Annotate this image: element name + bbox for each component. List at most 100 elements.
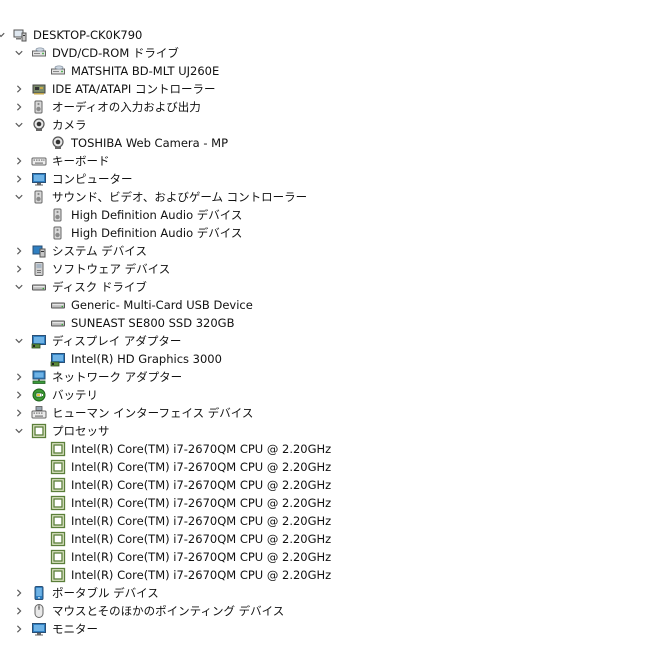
- processor-icon: [50, 459, 66, 475]
- category-node[interactable]: マウスとそのほかのポインティング デバイス: [0, 602, 667, 620]
- disk-drive-icon: [50, 297, 66, 313]
- device-label: Intel(R) HD Graphics 3000: [71, 352, 222, 366]
- device-node[interactable]: Intel(R) Core(TM) i7-2670QM CPU @ 2.20GH…: [0, 494, 667, 512]
- device-node[interactable]: Intel(R) Core(TM) i7-2670QM CPU @ 2.20GH…: [0, 458, 667, 476]
- device-label: TOSHIBA Web Camera - MP: [71, 136, 229, 150]
- chevron-down-icon[interactable]: [13, 188, 25, 206]
- chevron-right-icon[interactable]: [13, 242, 25, 260]
- category-label: キーボード: [52, 154, 110, 168]
- chevron-right-icon[interactable]: [13, 152, 25, 170]
- category-label: オーディオの入力および出力: [52, 100, 201, 114]
- chevron-right-icon[interactable]: [13, 260, 25, 278]
- speaker-icon: [50, 207, 66, 223]
- processor-icon: [31, 423, 47, 439]
- category-label: ポータブル デバイス: [52, 586, 159, 600]
- category-node[interactable]: キーボード: [0, 152, 667, 170]
- chevron-right-icon[interactable]: [13, 584, 25, 602]
- category-node[interactable]: コンピューター: [0, 170, 667, 188]
- root-label: DESKTOP-CK0K790: [33, 28, 143, 42]
- device-label: High Definition Audio デバイス: [71, 226, 243, 240]
- category-label: プロセッサ: [52, 424, 110, 438]
- category-label: ソフトウェア デバイス: [52, 262, 171, 276]
- dvd-drive-icon: [31, 45, 47, 61]
- chevron-right-icon[interactable]: [13, 386, 25, 404]
- chevron-down-icon[interactable]: [13, 278, 25, 296]
- category-node[interactable]: モニター: [0, 620, 667, 638]
- computer-root-icon: [12, 27, 28, 43]
- speaker-icon: [50, 225, 66, 241]
- processor-icon: [50, 513, 66, 529]
- processor-icon: [50, 441, 66, 457]
- chevron-right-icon[interactable]: [13, 404, 25, 422]
- monitor-icon: [31, 171, 47, 187]
- category-label: コンピューター: [52, 172, 133, 186]
- chevron-down-icon[interactable]: [13, 116, 25, 134]
- device-node[interactable]: TOSHIBA Web Camera - MP: [0, 134, 667, 152]
- device-node[interactable]: Intel(R) Core(TM) i7-2670QM CPU @ 2.20GH…: [0, 512, 667, 530]
- battery-icon: [31, 387, 47, 403]
- category-label: ヒューマン インターフェイス デバイス: [52, 406, 254, 420]
- category-node[interactable]: ディスク ドライブ: [0, 278, 667, 296]
- disk-drive-icon: [50, 315, 66, 331]
- chevron-right-icon[interactable]: [13, 368, 25, 386]
- category-label: ネットワーク アダプター: [52, 370, 183, 384]
- device-node[interactable]: Generic- Multi-Card USB Device: [0, 296, 667, 314]
- device-node[interactable]: Intel(R) Core(TM) i7-2670QM CPU @ 2.20GH…: [0, 566, 667, 584]
- chevron-right-icon[interactable]: [13, 98, 25, 116]
- device-node[interactable]: SUNEAST SE800 SSD 320GB: [0, 314, 667, 332]
- chevron-right-icon[interactable]: [13, 602, 25, 620]
- chevron-down-icon[interactable]: [13, 422, 25, 440]
- keyboard-icon: [31, 153, 47, 169]
- speaker-icon: [31, 189, 47, 205]
- category-label: サウンド、ビデオ、およびゲーム コントローラー: [52, 190, 308, 204]
- device-label: Intel(R) Core(TM) i7-2670QM CPU @ 2.20GH…: [71, 496, 332, 510]
- device-tree: DESKTOP-CK0K790 DVD/CD-ROM ドライブ MATSHITA B…: [0, 26, 667, 638]
- category-label: IDE ATA/ATAPI コントローラー: [52, 82, 216, 96]
- device-node[interactable]: Intel(R) Core(TM) i7-2670QM CPU @ 2.20GH…: [0, 476, 667, 494]
- device-label: Intel(R) Core(TM) i7-2670QM CPU @ 2.20GH…: [71, 478, 332, 492]
- device-label: Intel(R) Core(TM) i7-2670QM CPU @ 2.20GH…: [71, 550, 332, 564]
- tree-root-node[interactable]: DESKTOP-CK0K790: [0, 26, 667, 44]
- dvd-drive-icon: [50, 63, 66, 79]
- category-node[interactable]: ヒューマン インターフェイス デバイス: [0, 404, 667, 422]
- chevron-down-icon[interactable]: [13, 332, 25, 350]
- category-label: システム デバイス: [52, 244, 147, 258]
- category-node[interactable]: ポータブル デバイス: [0, 584, 667, 602]
- speaker-icon: [31, 99, 47, 115]
- chevron-right-icon[interactable]: [13, 620, 25, 638]
- device-node[interactable]: High Definition Audio デバイス: [0, 206, 667, 224]
- processor-icon: [50, 531, 66, 547]
- chevron-right-icon[interactable]: [13, 80, 25, 98]
- category-node[interactable]: カメラ: [0, 116, 667, 134]
- category-node[interactable]: バッテリ: [0, 386, 667, 404]
- category-node[interactable]: サウンド、ビデオ、およびゲーム コントローラー: [0, 188, 667, 206]
- device-node[interactable]: MATSHITA BD-MLT UJ260E: [0, 62, 667, 80]
- category-node[interactable]: ネットワーク アダプター: [0, 368, 667, 386]
- processor-icon: [50, 477, 66, 493]
- device-node[interactable]: Intel(R) HD Graphics 3000: [0, 350, 667, 368]
- category-node[interactable]: オーディオの入力および出力: [0, 98, 667, 116]
- hid-icon: [31, 405, 47, 421]
- display-adapter-icon: [50, 351, 66, 367]
- portable-device-icon: [31, 585, 47, 601]
- software-device-icon: [31, 261, 47, 277]
- device-node[interactable]: Intel(R) Core(TM) i7-2670QM CPU @ 2.20GH…: [0, 440, 667, 458]
- chevron-down-icon[interactable]: [13, 44, 25, 62]
- device-label: Intel(R) Core(TM) i7-2670QM CPU @ 2.20GH…: [71, 568, 332, 582]
- chevron-down-icon[interactable]: [0, 26, 7, 44]
- processor-icon: [50, 549, 66, 565]
- category-node[interactable]: DVD/CD-ROM ドライブ: [0, 44, 667, 62]
- category-node[interactable]: ソフトウェア デバイス: [0, 260, 667, 278]
- device-node[interactable]: Intel(R) Core(TM) i7-2670QM CPU @ 2.20GH…: [0, 548, 667, 566]
- processor-icon: [50, 567, 66, 583]
- device-node[interactable]: Intel(R) Core(TM) i7-2670QM CPU @ 2.20GH…: [0, 530, 667, 548]
- system-device-icon: [31, 243, 47, 259]
- device-label: Intel(R) Core(TM) i7-2670QM CPU @ 2.20GH…: [71, 442, 332, 456]
- device-label: SUNEAST SE800 SSD 320GB: [71, 316, 235, 330]
- device-node[interactable]: High Definition Audio デバイス: [0, 224, 667, 242]
- category-node[interactable]: IDE ATA/ATAPI コントローラー: [0, 80, 667, 98]
- chevron-right-icon[interactable]: [13, 170, 25, 188]
- category-node[interactable]: プロセッサ: [0, 422, 667, 440]
- category-node[interactable]: システム デバイス: [0, 242, 667, 260]
- category-node[interactable]: ディスプレイ アダプター: [0, 332, 667, 350]
